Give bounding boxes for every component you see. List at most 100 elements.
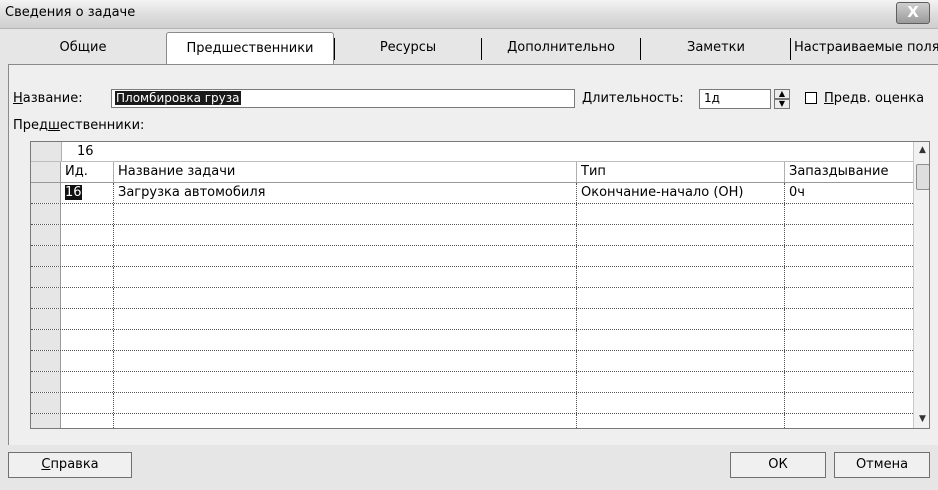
cell-type[interactable] <box>577 309 785 329</box>
cell-id[interactable] <box>61 330 114 350</box>
cell-type[interactable]: Окончание-начало (ОН) <box>577 183 785 203</box>
cell-task-name[interactable] <box>114 351 577 371</box>
duration-input[interactable]: 1д <box>699 89 771 109</box>
cancel-button[interactable]: Отмена <box>834 452 930 478</box>
cell-type[interactable] <box>577 225 785 245</box>
cell-type[interactable] <box>577 372 785 392</box>
cell-id[interactable] <box>61 414 114 428</box>
row-header[interactable] <box>31 267 61 287</box>
tab-advanced[interactable]: Дополнительно <box>484 34 638 63</box>
cell-task-name[interactable] <box>114 372 577 392</box>
ok-button[interactable]: ОК <box>730 452 826 478</box>
row-header[interactable] <box>31 246 61 266</box>
table-row[interactable] <box>31 351 913 372</box>
cell-type[interactable] <box>577 393 785 413</box>
table-row[interactable] <box>31 414 913 428</box>
cell-type[interactable] <box>577 204 785 224</box>
column-header-type[interactable]: Тип <box>577 162 785 182</box>
scroll-up-icon[interactable]: ▲ <box>914 142 929 159</box>
cell-task-name[interactable] <box>114 330 577 350</box>
table-row[interactable] <box>31 225 913 246</box>
grid-entry-value[interactable]: 16 <box>77 144 94 159</box>
help-button[interactable]: Справка <box>8 452 132 478</box>
cell-id[interactable] <box>61 393 114 413</box>
cell-id[interactable] <box>61 309 114 329</box>
cell-lag[interactable] <box>785 309 913 329</box>
row-header[interactable] <box>31 288 61 308</box>
cell-id[interactable] <box>61 267 114 287</box>
cell-type[interactable] <box>577 267 785 287</box>
cell-id[interactable]: 16 <box>61 183 114 203</box>
cell-type[interactable] <box>577 414 785 428</box>
row-header[interactable] <box>31 225 61 245</box>
triangle-down-icon[interactable]: ▼ <box>774 99 790 109</box>
tab-predecessors[interactable]: Предшественники <box>166 32 334 65</box>
vertical-scrollbar[interactable]: ▲ ▼ <box>913 142 929 428</box>
column-header-task-name[interactable]: Название задачи <box>114 162 577 182</box>
task-name-input[interactable]: Пломбировка груза <box>111 89 575 108</box>
row-header[interactable] <box>31 351 61 371</box>
cell-lag[interactable] <box>785 414 913 428</box>
table-row[interactable] <box>31 246 913 267</box>
predecessors-grid[interactable]: 16 Ид. Название задачи Тип Запаздывание … <box>30 141 930 429</box>
cell-id[interactable] <box>61 246 114 266</box>
cell-type[interactable] <box>577 246 785 266</box>
estimate-checkbox[interactable] <box>805 92 817 104</box>
cell-type[interactable] <box>577 288 785 308</box>
cell-task-name[interactable] <box>114 246 577 266</box>
grid-entry-bar[interactable]: 16 <box>31 142 913 162</box>
cell-id[interactable] <box>61 288 114 308</box>
cell-lag[interactable] <box>785 351 913 371</box>
cell-task-name[interactable] <box>114 414 577 428</box>
tab-notes[interactable]: Заметки <box>644 34 788 63</box>
cell-task-name[interactable]: Загрузка автомобиля <box>114 183 577 203</box>
cell-lag[interactable] <box>785 246 913 266</box>
row-header[interactable] <box>31 393 61 413</box>
cell-task-name[interactable] <box>114 309 577 329</box>
cell-id[interactable] <box>61 372 114 392</box>
row-header[interactable] <box>31 330 61 350</box>
triangle-up-icon[interactable]: ▲ <box>774 89 790 99</box>
cell-lag[interactable] <box>785 393 913 413</box>
cell-id[interactable] <box>61 204 114 224</box>
estimate-label[interactable]: Предв. оценка <box>824 91 924 106</box>
table-row[interactable] <box>31 267 913 288</box>
cell-lag[interactable] <box>785 267 913 287</box>
duration-spinner[interactable]: ▲ ▼ <box>774 89 790 109</box>
table-row[interactable] <box>31 393 913 414</box>
table-row[interactable] <box>31 309 913 330</box>
cell-task-name[interactable] <box>114 288 577 308</box>
tab-general[interactable]: Общие <box>8 34 158 63</box>
cell-lag[interactable] <box>785 225 913 245</box>
cell-task-name[interactable] <box>114 204 577 224</box>
cell-lag[interactable]: 0ч <box>785 183 913 203</box>
cell-lag[interactable] <box>785 288 913 308</box>
title-bar[interactable]: Сведения о задаче X <box>0 0 938 29</box>
scroll-thumb[interactable] <box>916 164 929 190</box>
column-header-lag[interactable]: Запаздывание <box>785 162 913 182</box>
row-header[interactable] <box>31 183 61 203</box>
table-row[interactable] <box>31 204 913 225</box>
cell-task-name[interactable] <box>114 393 577 413</box>
tab-custom-fields[interactable]: Настраиваемые поля <box>792 34 938 63</box>
cell-task-name[interactable] <box>114 225 577 245</box>
table-row[interactable] <box>31 372 913 393</box>
tab-resources[interactable]: Ресурсы <box>338 34 478 63</box>
table-row[interactable] <box>31 288 913 309</box>
cell-task-name[interactable] <box>114 267 577 287</box>
cell-id[interactable] <box>61 351 114 371</box>
table-row[interactable] <box>31 330 913 351</box>
table-row[interactable]: 16 Загрузка автомобиля Окончание-начало … <box>31 183 913 204</box>
cell-type[interactable] <box>577 330 785 350</box>
cell-id[interactable] <box>61 225 114 245</box>
row-header[interactable] <box>31 309 61 329</box>
row-header[interactable] <box>31 372 61 392</box>
row-header[interactable] <box>31 204 61 224</box>
column-header-id[interactable]: Ид. <box>61 162 114 182</box>
cell-lag[interactable] <box>785 330 913 350</box>
cell-lag[interactable] <box>785 204 913 224</box>
cell-type[interactable] <box>577 351 785 371</box>
close-button[interactable]: X <box>896 2 930 24</box>
cell-lag[interactable] <box>785 372 913 392</box>
row-header[interactable] <box>31 414 61 428</box>
